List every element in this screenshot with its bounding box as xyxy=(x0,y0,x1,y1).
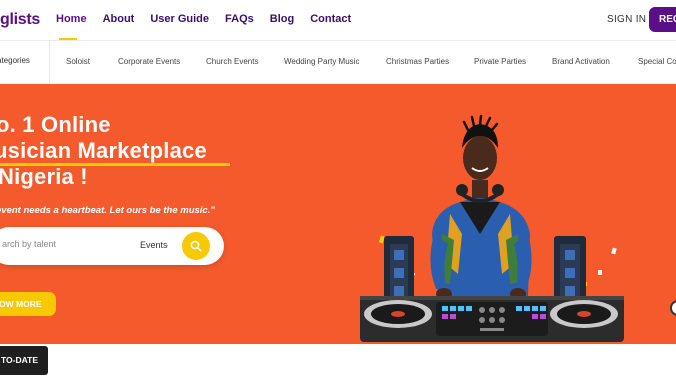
category-brand-activation[interactable]: Brand Activation xyxy=(552,57,610,66)
nav-blog[interactable]: Blog xyxy=(270,13,294,25)
up-to-date-button[interactable]: TO-DATE xyxy=(0,346,48,375)
category-corporate-events[interactable]: Corporate Events xyxy=(118,57,180,66)
dj-illustration xyxy=(360,114,624,342)
category-church-events[interactable]: Church Events xyxy=(206,57,258,66)
dj-person xyxy=(430,114,532,300)
search-button[interactable] xyxy=(182,232,210,260)
category-wedding-party-music[interactable]: Wedding Party Music xyxy=(284,57,359,66)
main-nav: Home About User Guide FAQs Blog Contact xyxy=(56,13,367,25)
category-special[interactable]: Special Col xyxy=(638,57,676,66)
register-button[interactable]: REG xyxy=(649,7,676,32)
know-more-button[interactable]: OW MORE xyxy=(0,292,56,316)
category-soloist[interactable]: Soloist xyxy=(66,57,90,66)
dj-controller xyxy=(360,296,624,342)
category-christmas-parties[interactable]: Christmas Parties xyxy=(386,57,449,66)
hero-title-line-2: usician Marketplace xyxy=(0,138,207,163)
chevron-down-icon[interactable]: ⌄ xyxy=(163,240,170,249)
hero-tagline: event needs a heartbeat. Let ours be the… xyxy=(0,205,215,216)
site-logo[interactable]: glists xyxy=(0,11,40,29)
nav-contact[interactable]: Contact xyxy=(310,13,351,25)
sign-in-link[interactable]: SIGN IN xyxy=(607,14,646,25)
search-input[interactable] xyxy=(2,239,122,249)
all-categories-label: ategories xyxy=(0,56,30,65)
nav-faqs[interactable]: FAQs xyxy=(225,13,254,25)
hero-banner: o. 1 Online usician Marketplace Nigeria … xyxy=(0,84,676,344)
site-header: glists Home About User Guide FAQs Blog C… xyxy=(0,0,676,40)
hero-title-line-1: o. 1 Online xyxy=(0,112,111,137)
category-bar: ategories Soloist Corporate Events Churc… xyxy=(0,40,676,84)
search-icon xyxy=(190,240,202,252)
nav-about[interactable]: About xyxy=(103,13,135,25)
nav-home[interactable]: Home xyxy=(56,13,87,25)
hero-title-line-3: Nigeria ! xyxy=(0,164,88,189)
page: glists Home About User Guide FAQs Blog C… xyxy=(0,0,676,380)
nav-user-guide[interactable]: User Guide xyxy=(150,13,209,25)
all-categories-button[interactable]: ategories xyxy=(0,41,50,84)
category-private-parties[interactable]: Private Parties xyxy=(474,57,526,66)
talent-search-bar: Events ⌄ xyxy=(0,227,224,265)
